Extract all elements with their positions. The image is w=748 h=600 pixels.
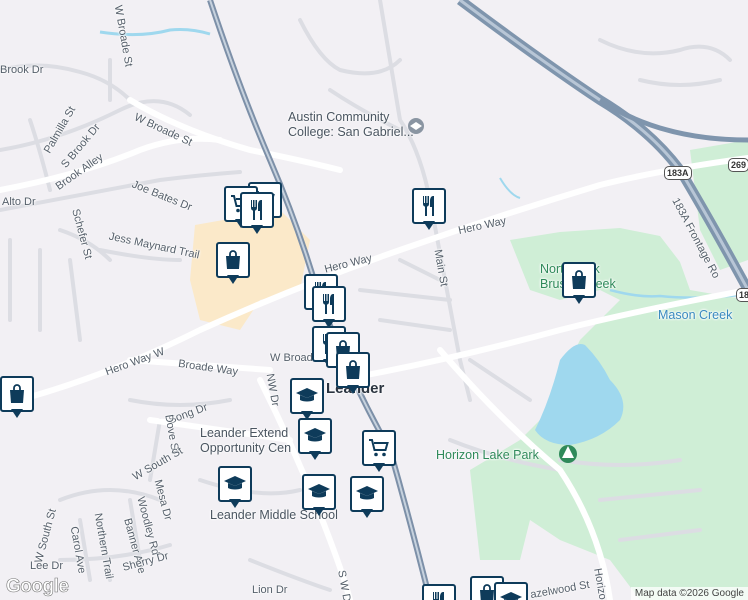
label-w-broad: W Broad	[270, 352, 313, 364]
map-marker-grocery[interactable]	[362, 430, 396, 474]
map-marker-restaurant[interactable]	[312, 286, 346, 330]
shopping-cart-icon	[369, 439, 389, 457]
creek-small	[499, 177, 521, 199]
shopping-bag-icon	[346, 360, 360, 379]
fork-knife-icon	[433, 592, 444, 600]
map-marker-school[interactable]	[494, 582, 528, 600]
label-horizon-lake-park[interactable]: Horizon Lake Park	[436, 448, 539, 462]
map-marker-restaurant[interactable]	[422, 584, 456, 600]
label-austin-community-college[interactable]: Austin Community College: San Gabriel...	[288, 110, 414, 140]
label-lee-dr: Lee Dr	[30, 560, 64, 572]
route-shield-183: 183	[736, 288, 748, 302]
graduation-cap-icon	[224, 476, 246, 490]
map-marker-school[interactable]	[302, 474, 336, 518]
route-shield-269: 269	[728, 158, 748, 172]
label-brook-dr: Brook Dr	[0, 64, 44, 76]
label-mason-creek[interactable]: Mason Creek	[658, 308, 732, 322]
map-marker-restaurant[interactable]	[240, 192, 274, 236]
label-leander-extend[interactable]: Leander Extend Opportunity Cen	[200, 426, 291, 456]
graduation-cap-icon	[308, 484, 330, 498]
map-marker-shopping[interactable]	[562, 262, 596, 306]
map-marker-school[interactable]	[298, 418, 332, 462]
shopping-bag-icon	[572, 270, 586, 289]
graduation-cap-icon	[296, 388, 318, 402]
map-data-attribution[interactable]: Map data ©2026 Google	[630, 587, 748, 600]
map-marker-shopping[interactable]	[216, 242, 250, 286]
map-marker-shopping[interactable]	[0, 376, 34, 420]
google-logo: Google	[6, 576, 70, 598]
label-alto-dr: Alto Dr	[2, 196, 36, 208]
map-marker-school[interactable]	[218, 466, 252, 510]
map-marker-restaurant[interactable]	[412, 188, 446, 232]
fork-knife-icon	[251, 200, 262, 220]
map-marker-shopping[interactable]	[336, 352, 370, 396]
graduation-cap-icon	[304, 428, 326, 442]
graduation-cap-icon	[356, 486, 378, 500]
fork-knife-icon	[423, 196, 434, 216]
map-canvas[interactable]: Austin Community College: San Gabriel...…	[0, 0, 748, 600]
shopping-bag-icon	[226, 250, 240, 269]
map-marker-school[interactable]	[290, 378, 324, 422]
label-lion-dr: Lion Dr	[252, 584, 288, 596]
map-marker-school[interactable]	[350, 476, 384, 520]
fork-knife-icon	[323, 294, 334, 314]
route-shield-183a: 183A	[664, 166, 692, 180]
shopping-bag-icon	[10, 384, 24, 403]
graduation-cap-icon	[500, 592, 522, 600]
